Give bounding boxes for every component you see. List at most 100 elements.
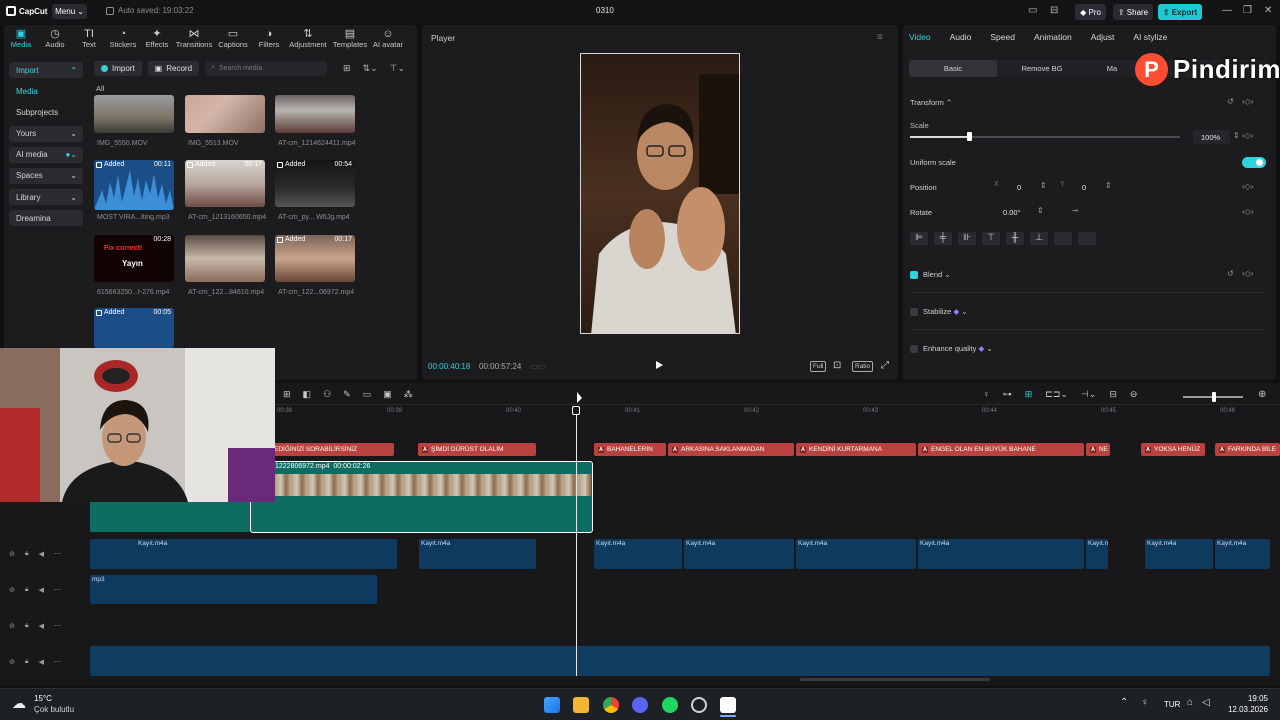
reset-icon[interactable]: ↺ <box>1227 269 1234 278</box>
stepper-icon[interactable]: ⇕ <box>1040 181 1047 190</box>
spotify-icon[interactable] <box>662 697 678 713</box>
timeline-scrollbar[interactable] <box>800 678 990 681</box>
align-right-icon[interactable]: ⊪ <box>958 232 976 245</box>
lock-icon[interactable]: 🔒︎ <box>25 550 29 558</box>
audio-clip[interactable]: Kayıt.m4a <box>419 539 536 569</box>
hide-track-icon[interactable]: ⊘ <box>9 550 15 558</box>
view-grid-icon[interactable]: ⊞ <box>343 63 351 74</box>
audio-clip[interactable]: Kayıt.m4a <box>594 539 682 569</box>
shortcuts-icon[interactable]: ⊟ <box>1050 5 1058 16</box>
hide-track-icon[interactable]: ⊘ <box>9 658 15 666</box>
settings-app-icon[interactable] <box>691 697 707 713</box>
sidebar-item-spaces[interactable]: Spaces ⌄ <box>9 167 83 184</box>
tab-audio[interactable]: Audio <box>950 32 972 42</box>
stepper-icon[interactable]: ⇕ <box>1037 206 1044 215</box>
media-thumb-audio[interactable]: Added 00:05 <box>94 308 174 348</box>
more-icon[interactable]: ⋯ <box>54 586 61 594</box>
more-icon[interactable]: ⋯ <box>54 550 61 558</box>
zoom-slider[interactable] <box>1183 392 1243 402</box>
tool-filters[interactable]: ◑ Filters <box>252 24 286 54</box>
crop-icon[interactable]: ⊡ <box>833 360 841 371</box>
layout-icon[interactable]: ▭ <box>1028 5 1037 16</box>
subtitle-clip[interactable]: A ARKASINA SAKLANMADAN <box>668 443 794 456</box>
align-center-icon[interactable]: ╪ <box>934 232 952 245</box>
cutout-icon[interactable]: ⚇ <box>323 389 331 403</box>
audio-split-icon[interactable]: ⁂ <box>404 389 413 403</box>
tool-effects[interactable]: ✦ Effects <box>140 24 174 54</box>
weather-icon[interactable]: ☁ <box>12 695 26 712</box>
sidebar-item-ai-media[interactable]: AI media ●⌄ <box>9 146 83 163</box>
audio-clip[interactable]: Kayıt.m4a <box>918 539 1084 569</box>
pro-button[interactable]: ◆ Pro <box>1075 4 1106 20</box>
media-thumb[interactable]: Added 00:17 <box>275 235 355 282</box>
subtitle-clip[interactable]: EDİĞİNİZİ SORABİLİRSİNİZ <box>270 443 394 456</box>
stabilize-checkbox[interactable] <box>910 308 918 316</box>
menu-button[interactable]: Menu ⌄ <box>52 4 87 19</box>
media-thumb[interactable]: Added 00:54 <box>275 160 355 207</box>
audio-clip[interactable]: Kayıt.m4a <box>90 539 397 569</box>
sidebar-item-import[interactable]: Import ⌃ <box>9 62 83 78</box>
full-button[interactable]: Full <box>810 361 827 372</box>
media-thumb[interactable] <box>275 95 355 133</box>
pos-y-value[interactable]: 0 <box>1082 183 1086 192</box>
sidebar-item-library[interactable]: Library ⌄ <box>9 189 83 206</box>
playhead[interactable] <box>576 406 577 676</box>
keyframe-icon[interactable]: ‹◇› <box>1242 182 1253 191</box>
align-left-icon[interactable]: ⊫ <box>910 232 928 245</box>
hide-track-icon[interactable]: ⊘ <box>9 586 15 594</box>
stepper-icon[interactable]: ⇕ <box>1233 131 1240 140</box>
close-icon[interactable]: ✕ <box>1264 5 1272 16</box>
sort-icon[interactable]: ⇅⌄ <box>363 63 378 74</box>
align-top-icon[interactable]: ⊤ <box>982 232 1000 245</box>
sidebar-item-subprojects[interactable]: Subprojects <box>9 104 83 120</box>
tab-speed[interactable]: Speed <box>990 32 1015 42</box>
video-preview[interactable] <box>580 53 740 334</box>
tool-audio[interactable]: ◷ Audio <box>38 24 72 54</box>
link-icon[interactable]: ⊶ <box>1003 389 1012 403</box>
import-button[interactable]: Import <box>94 60 142 76</box>
tab-ai-stylize[interactable]: AI stylize <box>1133 32 1167 42</box>
subtitle-clip[interactable]: A ENGEL OLAN EN BÜYÜK BAHANE <box>918 443 1084 456</box>
align-middle-icon[interactable]: ╫ <box>1006 232 1024 245</box>
sidebar-item-media[interactable]: Media <box>9 83 83 99</box>
lock-icon[interactable]: 🔒︎ <box>25 658 29 666</box>
subtitle-clip[interactable]: A ŞİMDİ DÜRÜST OLALIM <box>418 443 536 456</box>
minimize-icon[interactable]: — <box>1222 5 1232 16</box>
audio-clip[interactable]: Kayıt.m4a <box>796 539 916 569</box>
mute-icon[interactable]: ◀︎ <box>39 550 44 558</box>
lock-icon[interactable]: 🔒︎ <box>25 586 29 594</box>
zoom-slider-handle[interactable] <box>1212 392 1216 402</box>
windows-start-icon[interactable] <box>544 697 560 713</box>
lock-icon[interactable]: 🔒︎ <box>25 622 29 630</box>
align-bottom-icon[interactable]: ⊥ <box>1030 232 1048 245</box>
subtab-basic[interactable]: Basic <box>909 60 997 77</box>
sidebar-item-dreamina[interactable]: Dreamina <box>9 210 83 227</box>
media-thumb[interactable] <box>185 95 265 133</box>
file-explorer-icon[interactable] <box>573 697 589 713</box>
tool-ai-avatar[interactable]: ☺ AI avatar <box>370 24 406 54</box>
project-title[interactable]: 0310 <box>596 6 614 15</box>
search-input[interactable]: ⌕ Search media <box>205 60 328 76</box>
linkage-icon[interactable]: ⊏⊐⌄ <box>1045 389 1068 403</box>
tab-video[interactable]: Video <box>909 32 931 42</box>
uniform-scale-toggle[interactable] <box>1242 157 1266 168</box>
zoom-out-icon[interactable]: ⊖ <box>1130 389 1138 403</box>
mute-icon[interactable]: ◀︎ <box>39 622 44 630</box>
filter-icon[interactable]: ⊤⌄ <box>390 63 405 74</box>
video-clip-selected[interactable]: 1222806972.mp4 00:00:02:26 <box>250 461 593 533</box>
scale-slider-handle[interactable] <box>967 132 972 141</box>
subtitle-clip[interactable]: A NE <box>1086 443 1110 456</box>
tray-mic-icon[interactable]: ♀ <box>1141 697 1149 708</box>
tool-transitions[interactable]: ⋈ Transitions <box>174 24 214 54</box>
player-menu-icon[interactable]: ≡ <box>877 32 883 43</box>
background-audio-clip[interactable] <box>90 646 1270 676</box>
network-icon[interactable]: ⌂ <box>1187 697 1193 708</box>
music-clip[interactable]: mp3 <box>90 575 377 604</box>
clock-time[interactable]: 19:05 <box>1228 694 1268 703</box>
snap-icon[interactable]: ⊞ <box>1025 389 1033 403</box>
audio-clip[interactable]: Kayıt.m4a <box>1086 539 1108 569</box>
freeze-icon[interactable]: ▣ <box>383 389 392 403</box>
more-icon[interactable]: ⋯ <box>54 622 61 630</box>
play-button[interactable] <box>656 361 663 369</box>
keyframe-icon[interactable]: ‹◇› <box>1242 269 1253 278</box>
